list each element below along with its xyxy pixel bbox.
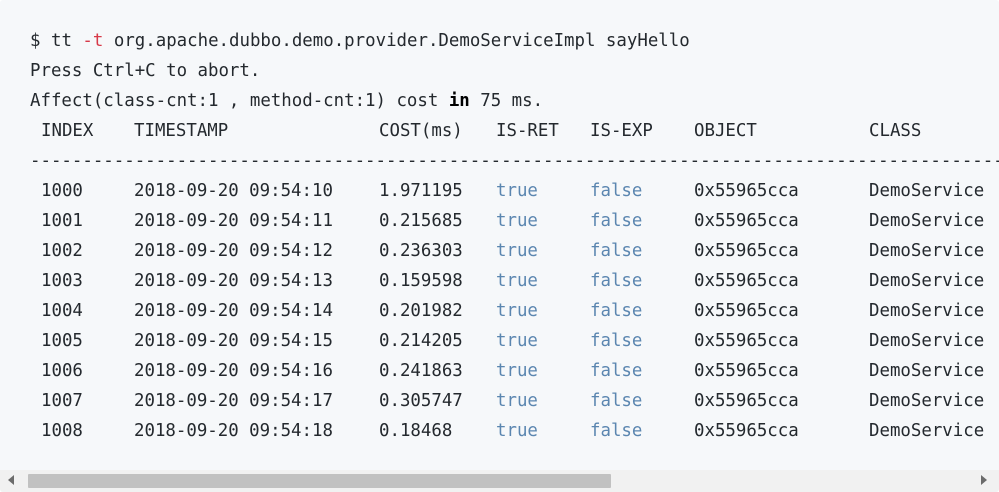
row-index: 1001: [41, 211, 83, 231]
row-is-ret: true: [496, 301, 538, 321]
row-timestamp: 2018-09-20 09:54:18: [134, 421, 333, 441]
row-is-exp: false: [590, 361, 643, 381]
row-index: 1008: [41, 421, 83, 441]
row-object: 0x55965cca: [694, 271, 799, 291]
affect-suffix: 75 ms.: [480, 91, 544, 111]
header-object: OBJECT: [694, 121, 757, 141]
header-cost: COST(ms): [379, 121, 463, 141]
row-is-ret: true: [496, 181, 538, 201]
row-index: 1007: [41, 391, 83, 411]
row-is-exp: false: [590, 211, 643, 231]
header-class: CLASS: [869, 121, 922, 141]
header-is-exp: IS-EXP: [590, 121, 653, 141]
row-object: 0x55965cca: [694, 391, 799, 411]
triangle-right-icon[interactable]: [981, 475, 987, 485]
table-row: 1004 2018-09-20 09:54:14 0.201982 true false…: [30, 296, 999, 326]
table-row: 1007 2018-09-20 09:54:17 0.305747 true false…: [30, 386, 999, 416]
code-block: $ tt -t org.apache.dubbo.demo.provider.D…: [0, 0, 999, 492]
table-separator: ----------------------------------------…: [30, 151, 999, 171]
row-class: DemoService: [869, 361, 985, 381]
table-row: 1002 2018-09-20 09:54:12 0.236303 true false…: [30, 236, 999, 266]
row-is-ret: true: [496, 421, 538, 441]
row-class: DemoService: [869, 301, 985, 321]
row-class: DemoService: [869, 241, 985, 261]
table-row: 1001 2018-09-20 09:54:11 0.215685 true false…: [30, 206, 999, 236]
abort-hint: Press Ctrl+C to abort.: [30, 61, 261, 81]
row-is-ret: true: [496, 361, 538, 381]
row-class: DemoService: [869, 421, 985, 441]
row-timestamp: 2018-09-20 09:54:15: [134, 331, 333, 351]
row-class: DemoService: [869, 181, 985, 201]
row-is-ret: true: [496, 241, 538, 261]
row-is-exp: false: [590, 421, 643, 441]
row-index: 1000: [41, 181, 83, 201]
command-args: org.apache.dubbo.demo.provider.DemoServi…: [113, 31, 690, 51]
scrollbar-track[interactable]: [28, 472, 968, 488]
row-object: 0x55965cca: [694, 331, 799, 351]
command-line: $ tt -t org.apache.dubbo.demo.provider.D…: [30, 26, 690, 56]
row-cost: 0.18468: [379, 421, 453, 441]
row-is-exp: false: [590, 331, 643, 351]
table-row: 1003 2018-09-20 09:54:13 0.159598 true false…: [30, 266, 999, 296]
row-is-exp: false: [590, 271, 643, 291]
row-timestamp: 2018-09-20 09:54:13: [134, 271, 333, 291]
row-object: 0x55965cca: [694, 421, 799, 441]
row-object: 0x55965cca: [694, 361, 799, 381]
command-flag: -t: [82, 31, 104, 51]
header-index: INDEX: [41, 121, 94, 141]
row-class: DemoService: [869, 271, 985, 291]
row-is-ret: true: [496, 211, 538, 231]
affect-keyword: in: [448, 91, 470, 111]
prompt-symbol: $: [30, 31, 41, 51]
row-cost: 0.241863: [379, 361, 463, 381]
table-row: 1000 2018-09-20 09:54:10 1.971195 true false…: [30, 176, 999, 206]
row-index: 1006: [41, 361, 83, 381]
row-is-exp: false: [590, 241, 643, 261]
header-timestamp: TIMESTAMP: [134, 121, 229, 141]
row-is-exp: false: [590, 181, 643, 201]
row-index: 1002: [41, 241, 83, 261]
row-cost: 0.201982: [379, 301, 463, 321]
row-index: 1004: [41, 301, 83, 321]
row-cost: 1.971195: [379, 181, 463, 201]
table-row: 1008 2018-09-20 09:54:18 0.18468 true false 0…: [30, 416, 999, 446]
affect-line: Affect(class-cnt:1 , method-cnt:1) cost …: [30, 86, 543, 116]
row-timestamp: 2018-09-20 09:54:16: [134, 361, 333, 381]
row-object: 0x55965cca: [694, 241, 799, 261]
row-index: 1005: [41, 331, 83, 351]
table-row: 1005 2018-09-20 09:54:15 0.214205 true false…: [30, 326, 999, 356]
table-header: INDEX TIMESTAMP COST(ms) IS-RET IS-EXP O…: [30, 116, 999, 146]
row-is-exp: false: [590, 301, 643, 321]
row-timestamp: 2018-09-20 09:54:12: [134, 241, 333, 261]
row-is-exp: false: [590, 391, 643, 411]
row-is-ret: true: [496, 331, 538, 351]
row-object: 0x55965cca: [694, 211, 799, 231]
row-is-ret: true: [496, 271, 538, 291]
row-timestamp: 2018-09-20 09:54:10: [134, 181, 333, 201]
scrollbar-thumb[interactable]: [28, 474, 611, 488]
triangle-left-icon[interactable]: [8, 475, 14, 485]
row-timestamp: 2018-09-20 09:54:14: [134, 301, 333, 321]
horizontal-scrollbar[interactable]: [0, 470, 999, 492]
header-is-ret: IS-RET: [496, 121, 559, 141]
row-timestamp: 2018-09-20 09:54:17: [134, 391, 333, 411]
row-object: 0x55965cca: [694, 181, 799, 201]
terminal-output: $ tt -t org.apache.dubbo.demo.provider.D…: [0, 0, 999, 470]
command-name: tt: [50, 31, 72, 51]
row-class: DemoService: [869, 211, 985, 231]
row-cost: 0.305747: [379, 391, 463, 411]
row-is-ret: true: [496, 391, 538, 411]
table-row: 1006 2018-09-20 09:54:16 0.241863 true false…: [30, 356, 999, 386]
row-cost: 0.215685: [379, 211, 463, 231]
row-index: 1003: [41, 271, 83, 291]
row-object: 0x55965cca: [694, 301, 799, 321]
row-cost: 0.159598: [379, 271, 463, 291]
row-class: DemoService: [869, 391, 985, 411]
row-cost: 0.236303: [379, 241, 463, 261]
row-cost: 0.214205: [379, 331, 463, 351]
row-timestamp: 2018-09-20 09:54:11: [134, 211, 333, 231]
affect-prefix: Affect(class-cnt:1 , method-cnt:1) cost: [30, 91, 439, 111]
row-class: DemoService: [869, 331, 985, 351]
